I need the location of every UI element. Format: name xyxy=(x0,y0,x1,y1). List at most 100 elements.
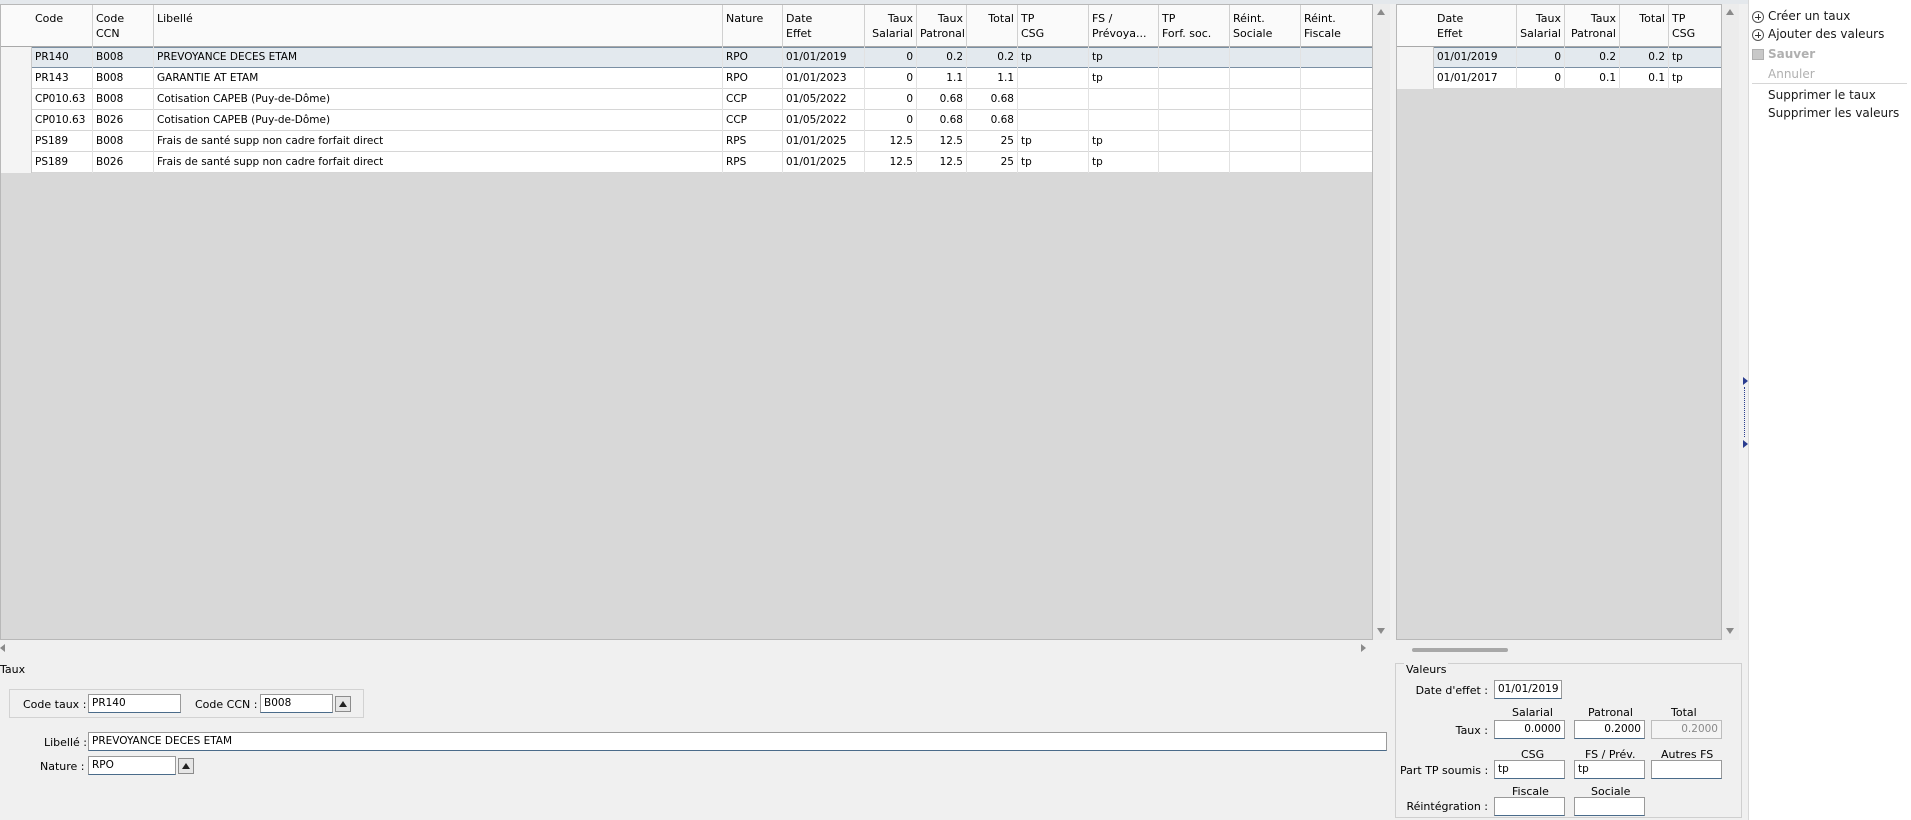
rates-grid-cell xyxy=(1230,110,1301,131)
rates-grid-cell: Frais de santé supp non cadre forfait di… xyxy=(154,152,723,173)
rates-grid-cell: PS189 xyxy=(32,131,93,152)
row-selector[interactable] xyxy=(1,152,32,173)
expand-arrow-icon[interactable] xyxy=(1743,440,1748,448)
rates-grid-cell xyxy=(1230,68,1301,89)
actions-divider xyxy=(1752,83,1907,84)
rates-grid-cell: B008 xyxy=(93,68,154,89)
rates-grid-row[interactable]: PS189 B008 Frais de santé supp non cadre f… xyxy=(1,131,1372,152)
rates-grid-header: Code Code CCN Libellé Nature Date Effet Taux … xyxy=(1,5,1372,47)
rates-grid-cell: 01/01/2025 xyxy=(783,152,865,173)
rates-grid-vscroll[interactable] xyxy=(1373,4,1390,640)
row-selector[interactable] xyxy=(1397,68,1434,89)
rates-grid-row[interactable]: CP010.63 B008 Cotisation CAPEB (Puy-de-Dôm… xyxy=(1,89,1372,110)
values-grid-column-header[interactable]: TP CSG xyxy=(1669,5,1721,47)
rates-grid-column-header[interactable]: Code CCN xyxy=(93,5,154,47)
rates-grid-column-header[interactable]: FS / Prévoya... xyxy=(1089,5,1159,47)
scroll-down-icon[interactable] xyxy=(1726,628,1734,634)
date-effet-input[interactable]: 01/01/2019 xyxy=(1494,680,1562,699)
values-grid-header: Date Effet Taux Salarial Taux Patronal Tota… xyxy=(1397,5,1721,47)
rates-grid[interactable]: Code Code CCN Libellé Nature Date Effet Taux … xyxy=(0,4,1373,640)
salarial-header: Salarial xyxy=(1512,706,1553,719)
nature-label: Nature : xyxy=(40,760,85,773)
scroll-down-icon[interactable] xyxy=(1377,628,1385,634)
row-selector[interactable] xyxy=(1,110,32,131)
rates-grid-cell: Cotisation CAPEB (Puy-de-Dôme) xyxy=(154,89,723,110)
rates-grid-column-header[interactable]: Code xyxy=(32,5,93,47)
row-selector[interactable] xyxy=(1397,47,1434,68)
part-tp-autres-input[interactable] xyxy=(1651,760,1722,779)
values-grid-hscroll[interactable] xyxy=(1396,640,1722,657)
rates-grid-cell: 12.5 xyxy=(917,131,967,152)
values-grid-column-header[interactable]: Total xyxy=(1620,5,1669,47)
rates-grid-cell xyxy=(1159,68,1230,89)
values-grid-column-header[interactable]: Taux Salarial xyxy=(1517,5,1565,47)
values-grid-vscroll[interactable] xyxy=(1722,4,1739,640)
values-grid-row[interactable]: 01/01/2019 0 0.2 0.2 tp xyxy=(1397,47,1721,68)
code-ccn-input[interactable]: B008 xyxy=(260,694,333,713)
rates-grid-column-header[interactable]: Réint. Fiscale xyxy=(1301,5,1372,47)
rates-grid-column-header[interactable]: Libellé xyxy=(154,5,723,47)
rates-grid-column-header[interactable]: TP CSG xyxy=(1018,5,1089,47)
rates-grid-hscroll[interactable] xyxy=(0,640,1373,657)
cancel-action[interactable]: Annuler xyxy=(1768,67,1815,81)
values-grid-row[interactable]: 01/01/2017 0 0.1 0.1 tp xyxy=(1397,68,1721,89)
collapse-arrow-icon[interactable] xyxy=(1743,377,1748,385)
rates-grid-row[interactable]: CP010.63 B026 Cotisation CAPEB (Puy-de-Dôm… xyxy=(1,110,1372,131)
rates-grid-cell: tp xyxy=(1018,152,1089,173)
rates-grid-cell: 12.5 xyxy=(865,131,917,152)
libelle-input[interactable]: PREVOYANCE DECES ETAM xyxy=(88,732,1387,751)
scroll-up-icon[interactable] xyxy=(1726,9,1734,15)
code-ccn-dropdown-button[interactable] xyxy=(335,696,351,712)
add-values-action[interactable]: Ajouter des valeurs xyxy=(1768,27,1884,41)
values-grid-column-header[interactable]: Taux Patronal xyxy=(1565,5,1620,47)
taux-patronal-input[interactable]: 0.2000 xyxy=(1574,720,1645,739)
rates-grid-cell: Frais de santé supp non cadre forfait di… xyxy=(154,131,723,152)
delete-values-action[interactable]: Supprimer les valeurs xyxy=(1768,106,1899,120)
rates-grid-cell: 0.68 xyxy=(917,110,967,131)
rates-grid-cell xyxy=(1301,47,1372,68)
taux-salarial-input[interactable]: 0.0000 xyxy=(1494,720,1565,739)
rates-grid-column-header[interactable]: Réint. Sociale xyxy=(1230,5,1301,47)
rates-grid-column-header[interactable]: Taux Patronal xyxy=(917,5,967,47)
reint-sociale-input[interactable] xyxy=(1574,797,1645,816)
row-selector[interactable] xyxy=(1,47,32,68)
scroll-left-icon[interactable] xyxy=(0,644,5,652)
part-tp-fs-input[interactable]: tp xyxy=(1574,760,1645,779)
rates-grid-column-header[interactable]: Nature xyxy=(723,5,783,47)
row-selector[interactable] xyxy=(1,68,32,89)
create-rate-action[interactable]: Créer un taux xyxy=(1768,9,1850,23)
rates-grid-column-header[interactable]: Total xyxy=(967,5,1018,47)
code-taux-input[interactable]: PR140 xyxy=(88,694,181,713)
total-header: Total xyxy=(1671,706,1697,719)
values-grid[interactable]: Date Effet Taux Salarial Taux Patronal Tota… xyxy=(1396,4,1722,640)
row-selector[interactable] xyxy=(1,89,32,110)
rates-grid-row[interactable]: PR140 B008 PREVOYANCE DECES ETAM RPO 01/01/2… xyxy=(1,47,1372,68)
add-circle-icon xyxy=(1752,29,1764,41)
splitter-handle[interactable] xyxy=(1744,387,1745,437)
rates-grid-column-header[interactable]: TP Forf. soc. xyxy=(1159,5,1230,47)
delete-rate-action[interactable]: Supprimer le taux xyxy=(1768,88,1876,102)
reint-fiscale-input[interactable] xyxy=(1494,797,1565,816)
rates-grid-cell: RPS xyxy=(723,131,783,152)
rates-grid-column-header[interactable]: Date Effet xyxy=(783,5,865,47)
nature-input[interactable]: RPO xyxy=(88,756,176,775)
values-grid-cell: 0.2 xyxy=(1620,47,1669,68)
date-effet-label: Date d'effet : xyxy=(1415,684,1488,697)
save-action[interactable]: Sauver xyxy=(1768,47,1815,61)
row-selector[interactable] xyxy=(1,131,32,152)
nature-dropdown-button[interactable] xyxy=(178,758,194,774)
code-taux-label: Code taux : xyxy=(23,698,87,711)
values-grid-column-header[interactable]: Date Effet xyxy=(1434,5,1517,47)
rates-grid-cell: tp xyxy=(1089,152,1159,173)
hscroll-thumb[interactable] xyxy=(1412,648,1508,652)
rates-grid-row[interactable]: PR143 B008 GARANTIE AT ETAM RPO 01/01/2023 0 1… xyxy=(1,68,1372,89)
rates-grid-cell: 12.5 xyxy=(917,152,967,173)
scroll-right-icon[interactable] xyxy=(1361,644,1366,652)
rates-grid-column-header[interactable]: Taux Salarial xyxy=(865,5,917,47)
values-grid-cell: 01/01/2019 xyxy=(1434,47,1517,68)
scroll-up-icon[interactable] xyxy=(1377,9,1385,15)
part-tp-csg-input[interactable]: tp xyxy=(1494,760,1565,779)
app-window: Code Code CCN Libellé Nature Date Effet Taux … xyxy=(0,0,1911,820)
part-tp-label: Part TP soumis : xyxy=(1400,764,1489,777)
rates-grid-row[interactable]: PS189 B026 Frais de santé supp non cadre f… xyxy=(1,152,1372,173)
